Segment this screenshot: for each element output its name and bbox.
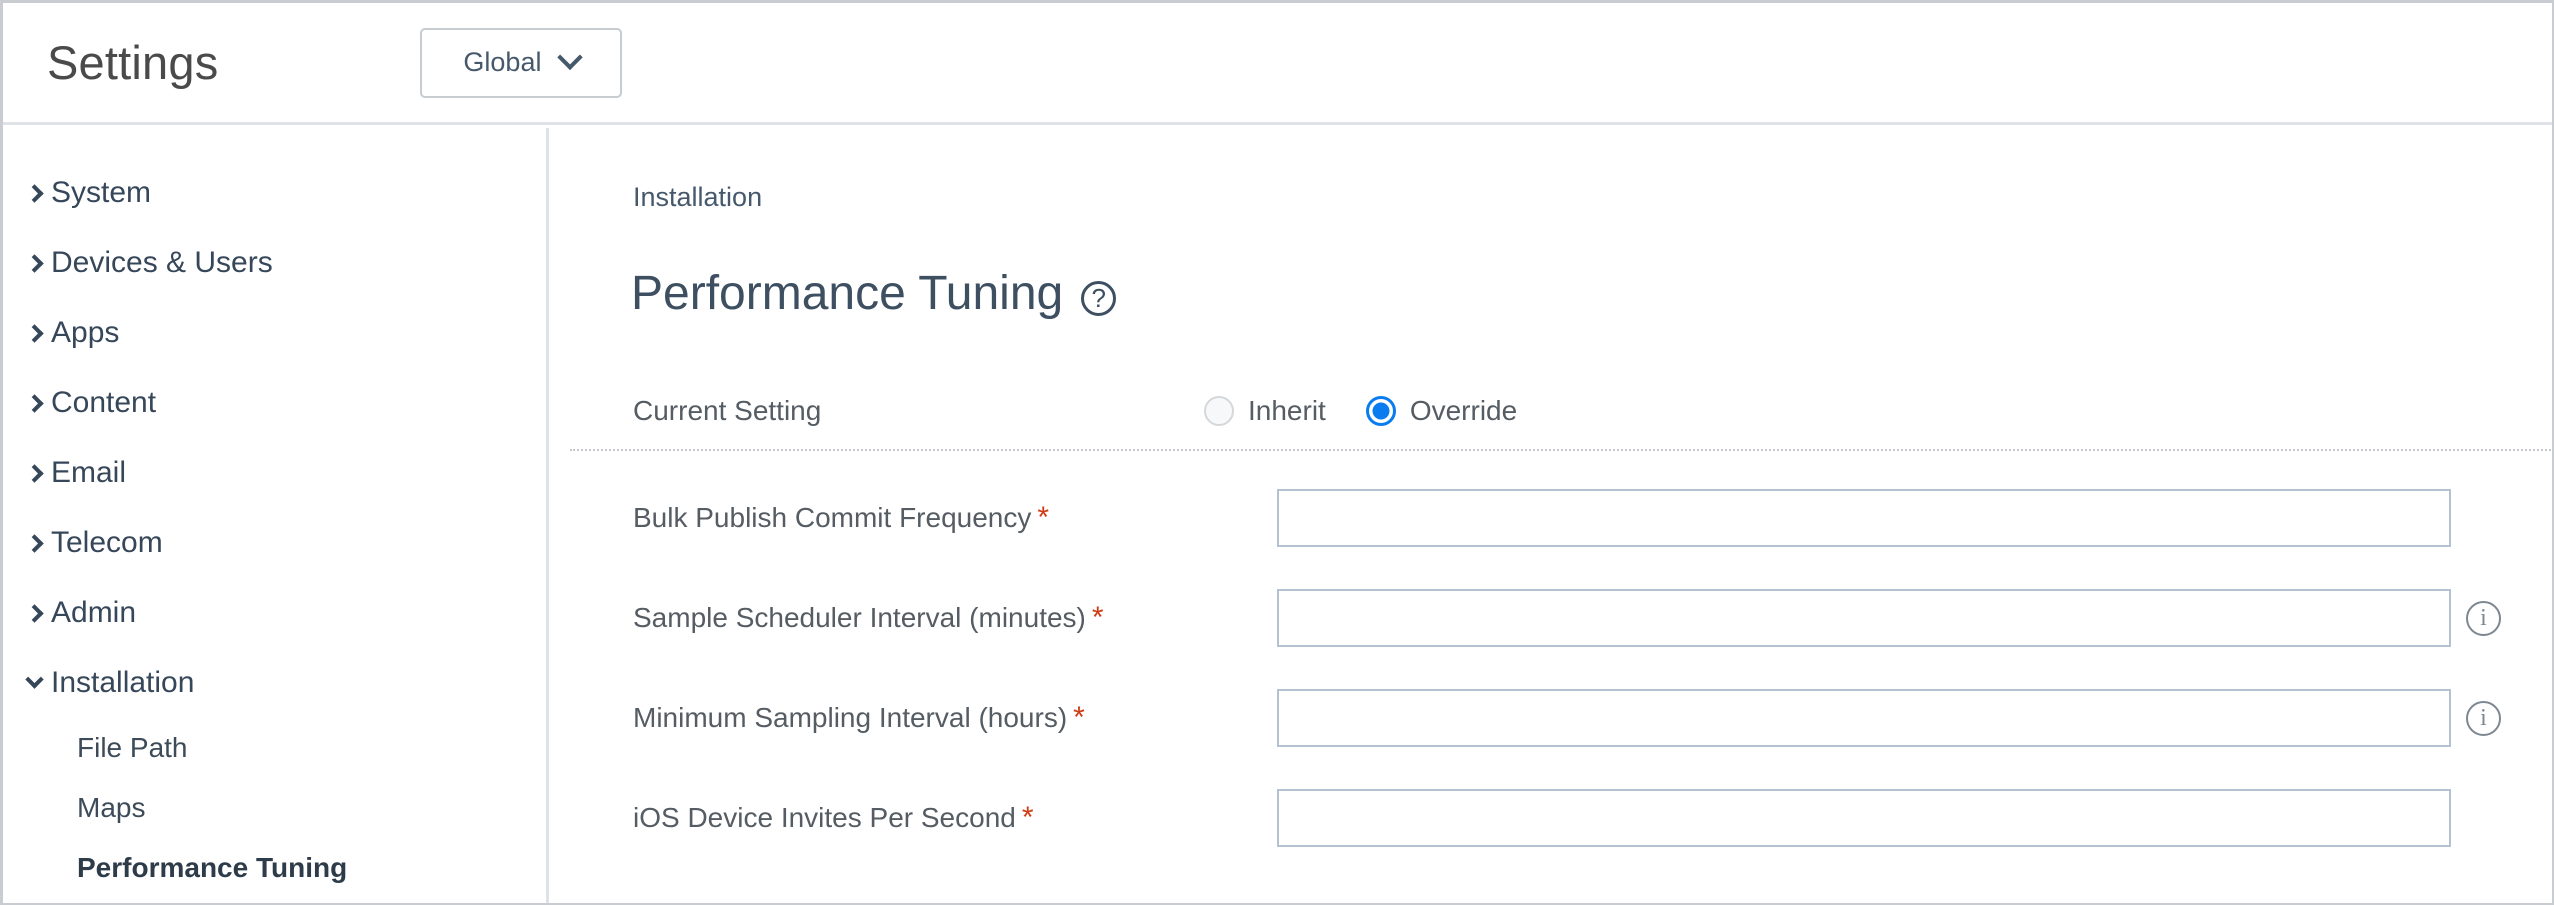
sidebar-item-label: Installation — [51, 666, 195, 699]
radio-circle-inherit[interactable] — [1204, 396, 1234, 426]
settings-window: Settings Global System Devices & Users A… — [0, 0, 2554, 905]
page-title-row: Performance Tuning ? — [631, 238, 1117, 350]
sidebar-item-label: Admin — [51, 596, 137, 629]
caret-right-icon — [17, 533, 51, 553]
current-setting-row: Current Setting Inherit Override — [570, 373, 2552, 451]
field-label-minimum-sampling-interval: Minimum Sampling Interval (hours) * — [633, 701, 1085, 734]
required-marker: * — [1073, 701, 1085, 734]
input-ios-device-invites-per-second[interactable] — [1277, 789, 2451, 847]
chevron-down-icon — [557, 44, 584, 70]
scope-dropdown[interactable]: Global — [420, 27, 623, 98]
field-label-text: iOS Device Invites Per Second — [633, 802, 1016, 833]
form-row-bulk-publish-commit-frequency: Bulk Publish Commit Frequency * — [552, 468, 2552, 568]
sidebar-subitem-label: Maps — [77, 792, 146, 823]
settings-content-panel: Installation Performance Tuning ? Curren… — [552, 128, 2552, 903]
sidebar-item-telecom[interactable]: Telecom — [3, 508, 546, 578]
info-circle-icon-minimum-sampling-interval[interactable]: i — [2466, 700, 2501, 736]
caret-right-icon — [17, 183, 51, 203]
sidebar-item-label: Content — [51, 386, 157, 419]
caret-right-icon — [17, 603, 51, 623]
sidebar-item-content[interactable]: Content — [3, 368, 546, 438]
field-label-text: Minimum Sampling Interval (hours) — [633, 702, 1068, 733]
radio-circle-override[interactable] — [1365, 396, 1396, 426]
sidebar-item-label: Apps — [51, 316, 120, 349]
page-header: Settings Global — [3, 3, 2552, 125]
sidebar-subitem-maps[interactable]: Maps — [3, 778, 546, 838]
sidebar-item-label: Email — [51, 456, 127, 489]
settings-sidebar[interactable]: System Devices & Users Apps Content Emai… — [3, 128, 549, 903]
input-bulk-publish-commit-frequency[interactable] — [1277, 489, 2451, 547]
page-title: Performance Tuning — [631, 267, 1064, 321]
radio-option-inherit[interactable]: Inherit — [1204, 396, 1326, 426]
caret-right-icon — [17, 393, 51, 413]
caret-right-icon — [17, 463, 51, 483]
sidebar-subitem-label: File Path — [77, 732, 188, 763]
sidebar-subitem-performance-tuning[interactable]: Performance Tuning — [3, 838, 546, 898]
field-label-sample-scheduler-interval: Sample Scheduler Interval (minutes) * — [633, 601, 1104, 634]
field-label-text: Bulk Publish Commit Frequency — [633, 502, 1032, 533]
sidebar-item-admin[interactable]: Admin — [3, 578, 546, 648]
radio-label-inherit: Inherit — [1248, 395, 1326, 426]
sidebar-item-apps[interactable]: Apps — [3, 298, 546, 368]
sidebar-item-label: System — [51, 176, 152, 209]
required-marker: * — [1091, 601, 1104, 634]
required-marker: * — [1021, 801, 1034, 834]
input-minimum-sampling-interval[interactable] — [1277, 689, 2451, 747]
caret-right-icon — [17, 253, 51, 273]
input-sample-scheduler-interval[interactable] — [1277, 589, 2451, 647]
sidebar-item-installation[interactable]: Installation — [3, 648, 546, 718]
inherit-override-radio-group[interactable]: Inherit Override — [1204, 396, 1517, 426]
page-title-settings: Settings — [47, 36, 219, 89]
breadcrumb[interactable]: Installation — [633, 184, 762, 211]
sidebar-subitem-file-path[interactable]: File Path — [3, 718, 546, 778]
form-row-sample-scheduler-interval: Sample Scheduler Interval (minutes) * i — [552, 568, 2552, 668]
info-circle-icon-sample-scheduler-interval[interactable]: i — [2466, 600, 2501, 636]
current-setting-label: Current Setting — [633, 395, 822, 426]
field-label-bulk-publish-commit-frequency: Bulk Publish Commit Frequency * — [633, 501, 1050, 534]
field-label-ios-device-invites-per-second: iOS Device Invites Per Second * — [633, 801, 1034, 834]
sidebar-item-label: Telecom — [51, 526, 163, 559]
sidebar-item-email[interactable]: Email — [3, 438, 546, 508]
caret-right-icon — [17, 323, 51, 343]
sidebar-subitem-label: Performance Tuning — [77, 852, 348, 883]
radio-option-override[interactable]: Override — [1365, 395, 1518, 426]
sidebar-item-label: Devices & Users — [51, 246, 273, 279]
sidebar-item-system[interactable]: System — [3, 158, 546, 228]
caret-down-icon — [17, 670, 51, 693]
help-circle-icon[interactable]: ? — [1081, 280, 1117, 316]
required-marker: * — [1037, 501, 1050, 534]
form-row-minimum-sampling-interval: Minimum Sampling Interval (hours) * i — [552, 668, 2552, 768]
form-row-ios-device-invites-per-second: iOS Device Invites Per Second * — [552, 768, 2552, 868]
scope-dropdown-value: Global — [463, 47, 542, 77]
sidebar-item-devices-users[interactable]: Devices & Users — [3, 228, 546, 298]
radio-label-override: Override — [1409, 395, 1518, 426]
performance-tuning-form: Bulk Publish Commit Frequency * Sample S… — [552, 468, 2552, 868]
field-label-text: Sample Scheduler Interval (minutes) — [633, 602, 1086, 633]
